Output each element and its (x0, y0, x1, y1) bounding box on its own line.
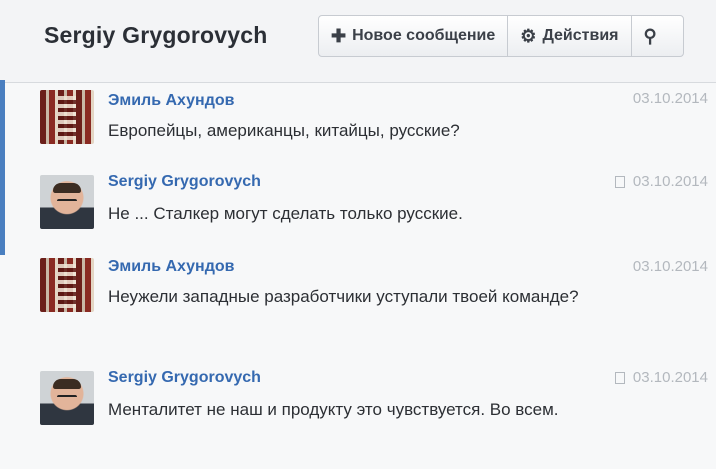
message-text: Неужели западные разработчики уступали т… (108, 287, 579, 306)
avatar[interactable] (40, 90, 94, 144)
search-button[interactable]: ⚲ (632, 16, 683, 56)
new-message-label: Новое сообщение (352, 27, 496, 44)
message-icon (614, 371, 625, 384)
active-message-indicator (0, 80, 5, 255)
message-date: 03.10.2014 (614, 369, 708, 386)
message-date: 03.10.2014 (632, 258, 708, 275)
search-icon: ⚲ (643, 25, 657, 46)
message-author[interactable]: Sergiy Grygorovych (108, 173, 261, 191)
new-message-button[interactable]: ✚ Новое сообщение (319, 16, 509, 56)
plus-icon: ✚ (331, 25, 347, 46)
avatar[interactable] (40, 175, 94, 229)
message-author[interactable]: Эмиль Ахундов (108, 258, 234, 276)
actions-label: Действия (542, 27, 619, 44)
thread-title: Sergiy Grygorovych (44, 22, 268, 48)
message-text: Европейцы, американцы, китайцы, русские? (108, 121, 460, 140)
gear-icon: ⚙ (520, 25, 537, 46)
message-date: 03.10.2014 (614, 173, 708, 190)
message-author[interactable]: Эмиль Ахундов (108, 92, 234, 110)
thread-header: Sergiy Grygorovych ✚ Новое сообщение ⚙ Д… (0, 0, 716, 83)
avatar[interactable] (40, 258, 94, 312)
message-icon (614, 175, 625, 188)
message-text: Не ... Сталкер могут сделать только русс… (108, 204, 463, 223)
message-date: 03.10.2014 (632, 90, 708, 107)
message-author[interactable]: Sergiy Grygorovych (108, 369, 261, 387)
message-text: Менталитет не наш и продукту это чувству… (108, 400, 559, 419)
actions-button[interactable]: ⚙ Действия (508, 16, 632, 56)
avatar[interactable] (40, 371, 94, 425)
thread-toolbar: ✚ Новое сообщение ⚙ Действия ⚲ (318, 15, 684, 57)
